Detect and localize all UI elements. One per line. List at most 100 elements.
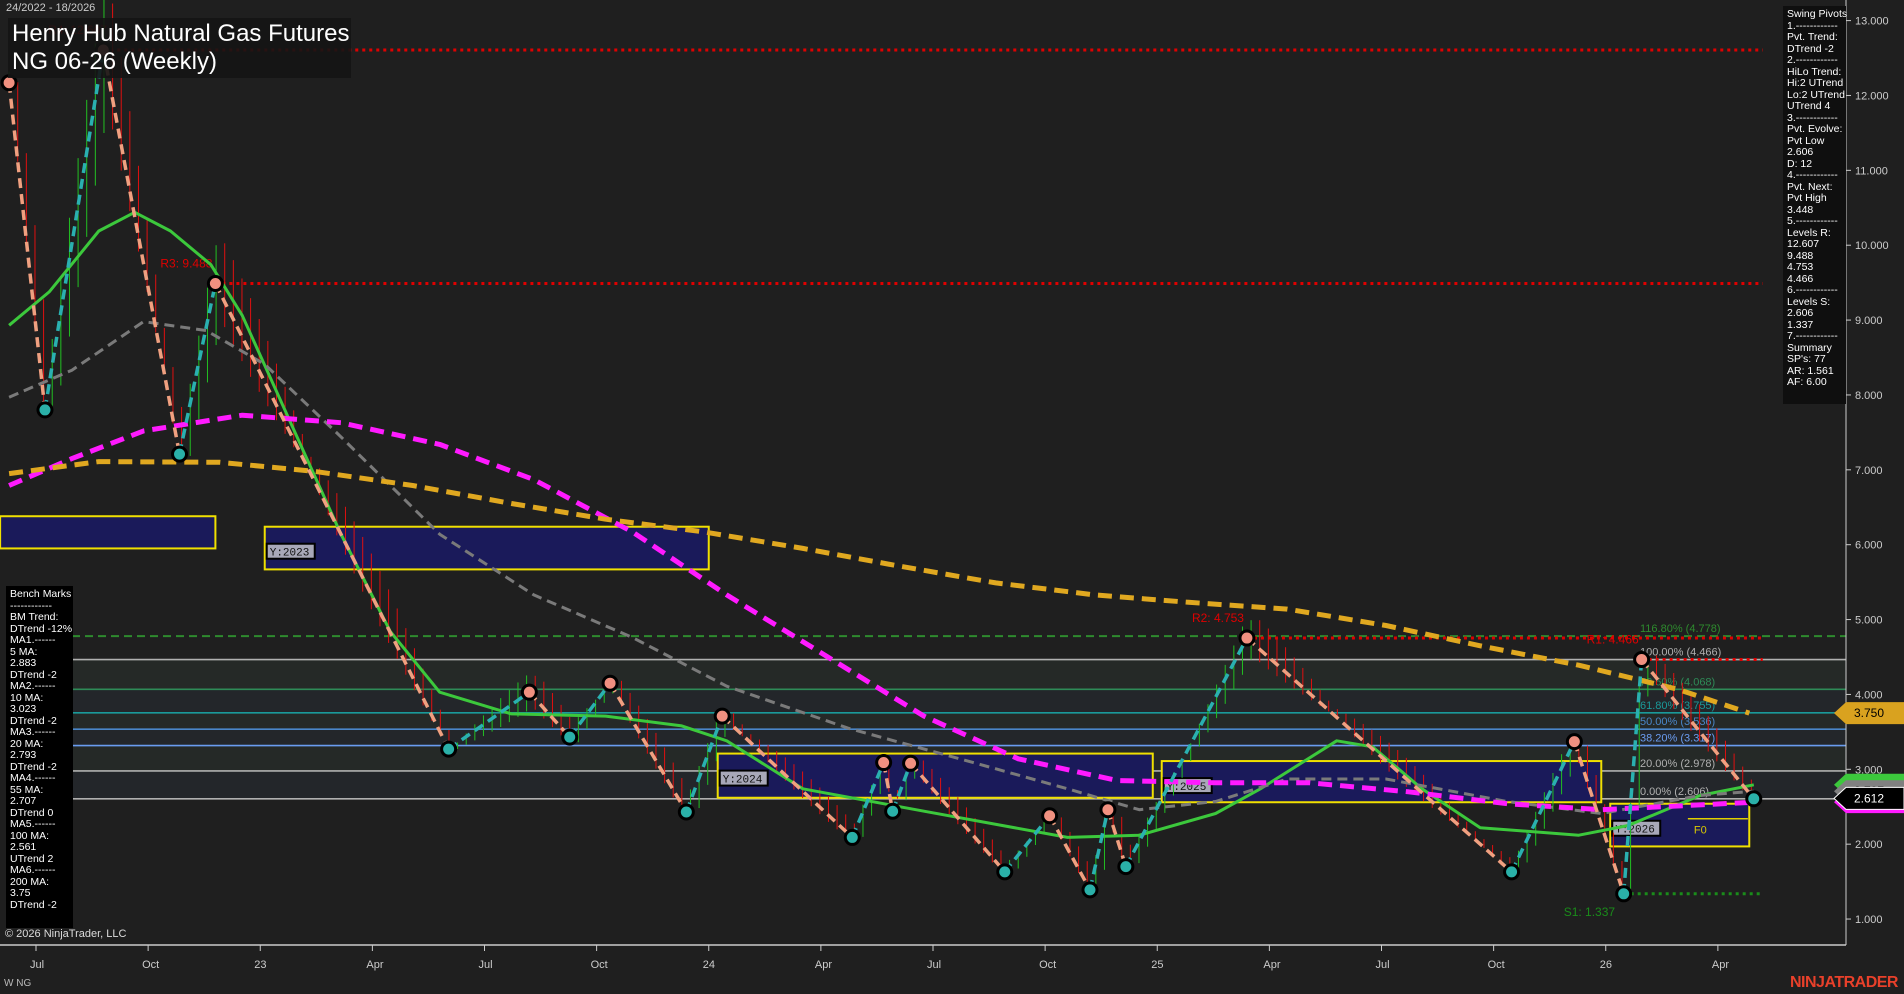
y-tick-label: 8.000	[1855, 390, 1883, 402]
swing-high-marker	[522, 685, 536, 699]
swing-high-marker	[1240, 631, 1254, 645]
swing-low-marker	[38, 403, 52, 417]
swing-pivots-line: 2.------------	[1787, 55, 1842, 67]
bench-marks-line: 2.793	[10, 750, 69, 762]
y-tick-label: 12.000	[1855, 90, 1889, 102]
swing-low-marker	[563, 730, 577, 744]
swing-high-marker	[1043, 809, 1057, 823]
x-tick-label: Apr	[815, 959, 832, 971]
bench-marks-line: MA4.------	[10, 773, 69, 785]
bench-marks-line: BM Trend:	[10, 612, 69, 624]
bench-marks-line: MA3.------	[10, 727, 69, 739]
y-tick-label: 6.000	[1855, 540, 1883, 552]
y-tick-label: 11.000	[1855, 165, 1888, 177]
swing-pivots-line: 5.------------	[1787, 216, 1842, 228]
x-tick-label: Jul	[927, 959, 941, 971]
x-tick-label: Jul	[479, 959, 493, 971]
swing-low-marker	[1505, 865, 1519, 879]
price-tag-label: 2.612	[1854, 791, 1884, 805]
year-range-label: Y:2023	[270, 548, 310, 560]
fib-band	[72, 689, 1846, 712]
swing-low-marker	[998, 865, 1012, 879]
y-tick-label: 4.000	[1855, 689, 1883, 701]
fib-level-label: 20.00% (2.978)	[1640, 758, 1715, 770]
support-level-label: S1: 1.337	[1564, 905, 1616, 919]
zigzag-segment	[9, 83, 45, 410]
x-tick-label: Apr	[1712, 959, 1729, 971]
bench-marks-line: 3.75	[10, 888, 69, 900]
swing-low-marker	[886, 804, 900, 818]
y-tick-label: 7.000	[1855, 465, 1883, 477]
zigzag-segment	[45, 50, 103, 410]
x-tick-label: 24	[703, 959, 715, 971]
zigzag-segment	[1108, 810, 1126, 867]
year-range-label: Y:2024	[723, 775, 763, 787]
swing-low-marker	[173, 447, 187, 461]
swing-pivots-line: 2.606	[1787, 147, 1842, 159]
swing-low-marker	[1617, 887, 1631, 901]
y-tick-label: 9.000	[1855, 315, 1883, 327]
chart-title: Henry Hub Natural Gas Futures	[12, 20, 347, 48]
swing-high-marker	[1567, 735, 1581, 749]
swing-high-marker	[904, 756, 918, 770]
swing-low-marker	[679, 805, 693, 819]
swing-pivots-line: 12.607	[1787, 239, 1842, 251]
chart-title-box: Henry Hub Natural Gas Futures NG 06-26 (…	[8, 18, 351, 78]
y-tick-label: 5.000	[1855, 615, 1883, 627]
copyright: © 2026 NinjaTrader, LLC	[5, 928, 126, 940]
swing-pivots-line: 7.------------	[1787, 331, 1842, 343]
y-tick-label: 1.000	[1855, 914, 1883, 926]
swing-high-marker	[1101, 803, 1115, 817]
swing-high-marker	[1635, 653, 1649, 667]
fib-level-label: 116.80% (4.778)	[1640, 623, 1721, 635]
x-tick-label: Jul	[30, 959, 44, 971]
bench-marks-line: 2.707	[10, 796, 69, 808]
swing-pivots-line: Pvt High	[1787, 193, 1842, 205]
swing-high-marker	[208, 277, 222, 291]
swing-pivots-line: SP's: 77	[1787, 354, 1842, 366]
x-tick-label: Oct	[1039, 959, 1056, 971]
bench-marks-line: 3.023	[10, 704, 69, 716]
swing-pivots-line: Pvt. Evolve:	[1787, 124, 1842, 136]
swing-pivots-line: Swing Pivots	[1787, 9, 1842, 21]
y-tick-label: 2.000	[1855, 839, 1883, 851]
f0-label: F0	[1694, 825, 1707, 837]
x-tick-label: 26	[1600, 959, 1612, 971]
bench-marks-line: MA1.------	[10, 635, 69, 647]
swing-low-marker	[1119, 860, 1133, 874]
bench-marks-line: Bench Marks	[10, 589, 69, 601]
fib-level-label: 100.00% (4.466)	[1640, 647, 1721, 659]
swing-pivots-line: 2.606	[1787, 308, 1842, 320]
price-chart[interactable]: 116.80% (4.778)100.00% (4.466)78.60% (4.…	[0, 0, 1904, 994]
fib-level-label: 50.00% (3.536)	[1640, 716, 1715, 728]
swing-low-marker	[1083, 883, 1097, 897]
swing-pivots-line: 4.753	[1787, 262, 1842, 274]
zigzag-segment	[103, 50, 179, 454]
year-range-box	[1162, 761, 1602, 802]
swing-pivots-line: 6.------------	[1787, 285, 1842, 297]
bench-marks-panel: Bench Marks------------BM Trend:DTrend -…	[6, 586, 73, 928]
resistance-level-label: R2: 4.753	[1192, 611, 1244, 625]
bench-marks-line: 2.561	[10, 842, 69, 854]
bench-marks-line: MA5.------	[10, 819, 69, 831]
zigzag-segment	[1090, 810, 1108, 890]
ninjatrader-logo: NINJATRADER	[1790, 974, 1898, 992]
x-tick-label: Oct	[1488, 959, 1505, 971]
bench-marks-line: MA2.------	[10, 681, 69, 693]
bench-marks-line: DTrend -2	[10, 900, 69, 912]
x-tick-label: Apr	[366, 959, 383, 971]
zigzag-segment	[1005, 816, 1050, 872]
swing-pivots-line: AF: 6.00	[1787, 377, 1842, 389]
x-tick-label: Jul	[1376, 959, 1390, 971]
y-tick-label: 13.000	[1855, 16, 1889, 28]
swing-high-marker	[877, 756, 891, 770]
x-tick-label: Apr	[1263, 959, 1280, 971]
x-tick-label: 25	[1151, 959, 1163, 971]
price-tag-label: 3.750	[1854, 706, 1884, 720]
swing-pivots-panel: Swing Pivots1.------------Pvt. Trend:DTr…	[1783, 6, 1846, 404]
swing-low-marker	[442, 742, 456, 756]
date-range: 24/2022 - 18/2026	[6, 2, 95, 14]
swing-low-marker	[845, 830, 859, 844]
swing-pivots-line: Hi:2 UTrend	[1787, 78, 1842, 90]
y-tick-label: 10.000	[1855, 240, 1889, 252]
